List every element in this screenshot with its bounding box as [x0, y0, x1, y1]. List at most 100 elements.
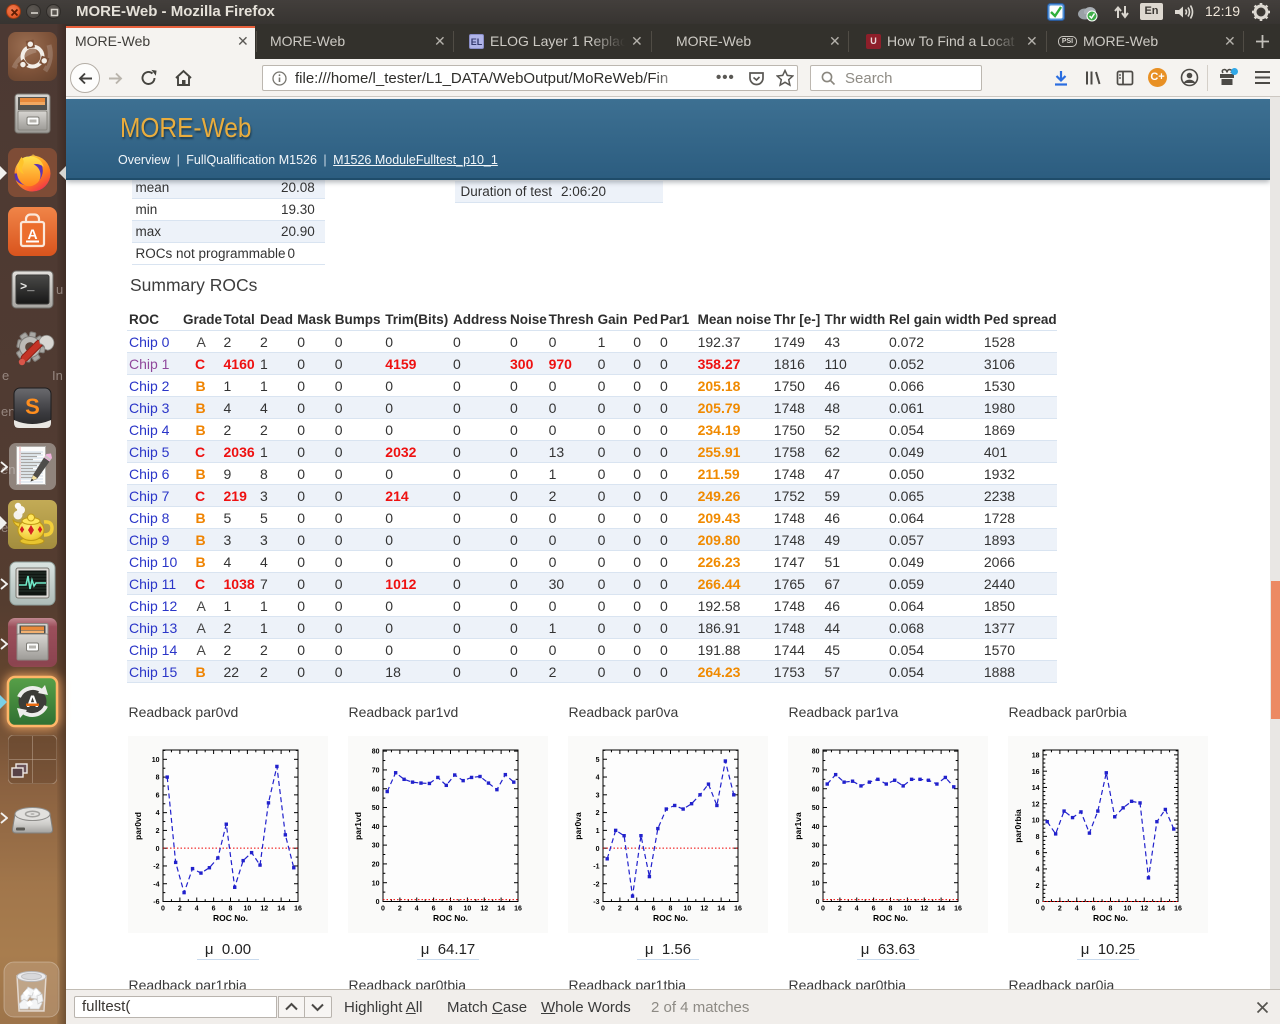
svg-text:-2: -2: [593, 881, 599, 888]
svg-text:4: 4: [635, 906, 639, 913]
svg-text:12: 12: [480, 906, 488, 913]
svg-text:70: 70: [812, 768, 820, 775]
svg-text:10: 10: [683, 906, 691, 913]
svg-text:50: 50: [812, 805, 820, 812]
svg-text:0: 0: [601, 906, 605, 913]
svg-text:30: 30: [812, 843, 820, 850]
svg-text:0: 0: [1036, 899, 1040, 906]
svg-text:>_: >_: [20, 280, 35, 294]
svg-text:8: 8: [229, 906, 233, 913]
svg-text:0: 0: [1041, 906, 1045, 913]
svg-text:10: 10: [152, 757, 160, 764]
svg-text:18: 18: [1032, 752, 1040, 759]
svg-text:2: 2: [156, 828, 160, 835]
svg-text:par0vd: par0vd: [133, 812, 143, 840]
svg-text:0: 0: [821, 906, 825, 913]
svg-text:8: 8: [449, 906, 453, 913]
svg-text:8: 8: [669, 906, 673, 913]
svg-text:ROC No.: ROC No.: [1093, 913, 1128, 923]
svg-text:2: 2: [1036, 883, 1040, 890]
svg-text:20: 20: [372, 862, 380, 869]
svg-text:A: A: [26, 692, 38, 711]
svg-text:0: 0: [376, 899, 380, 906]
svg-text:6: 6: [872, 906, 876, 913]
svg-text:S: S: [25, 394, 40, 419]
svg-text:A: A: [27, 226, 37, 242]
svg-text:2: 2: [596, 810, 600, 817]
svg-text:70: 70: [372, 768, 380, 775]
svg-text:par0rbia: par0rbia: [1013, 809, 1023, 843]
svg-text:12: 12: [260, 906, 268, 913]
svg-text:4: 4: [855, 906, 859, 913]
svg-text:60: 60: [372, 786, 380, 793]
svg-text:12: 12: [1032, 801, 1040, 808]
svg-text:12: 12: [920, 906, 928, 913]
svg-text:16: 16: [514, 906, 522, 913]
svg-text:2: 2: [838, 906, 842, 913]
svg-text:par1vd: par1vd: [353, 812, 363, 840]
svg-text:6: 6: [432, 906, 436, 913]
svg-text:10: 10: [903, 906, 911, 913]
svg-text:-6: -6: [153, 899, 159, 906]
svg-text:8: 8: [156, 775, 160, 782]
svg-text:ROC No.: ROC No.: [433, 913, 468, 923]
svg-text:14: 14: [1032, 785, 1040, 792]
svg-text:2: 2: [1058, 906, 1062, 913]
svg-text:14: 14: [717, 906, 725, 913]
svg-text:par0va: par0va: [573, 812, 583, 840]
svg-text:20: 20: [812, 862, 820, 869]
svg-text:-3: -3: [593, 899, 599, 906]
svg-text:10: 10: [1123, 906, 1131, 913]
svg-text:0: 0: [816, 899, 820, 906]
svg-text:12: 12: [700, 906, 708, 913]
svg-text:ROC No.: ROC No.: [873, 913, 908, 923]
svg-text:4: 4: [195, 906, 199, 913]
svg-text:1: 1: [596, 828, 600, 835]
svg-text:10: 10: [1032, 818, 1040, 825]
svg-text:8: 8: [1109, 906, 1113, 913]
svg-text:4: 4: [415, 906, 419, 913]
svg-text:40: 40: [812, 824, 820, 831]
svg-text:0: 0: [596, 846, 600, 853]
svg-text:40: 40: [372, 824, 380, 831]
svg-text:6: 6: [156, 792, 160, 799]
svg-text:80: 80: [372, 749, 380, 756]
svg-text:par1va: par1va: [793, 812, 803, 840]
svg-text:60: 60: [812, 786, 820, 793]
svg-text:4: 4: [1036, 867, 1040, 874]
svg-text:3: 3: [596, 792, 600, 799]
svg-text:80: 80: [812, 749, 820, 756]
svg-text:8: 8: [889, 906, 893, 913]
svg-text:50: 50: [372, 805, 380, 812]
svg-text:12: 12: [1140, 906, 1148, 913]
svg-text:ROC No.: ROC No.: [213, 913, 248, 923]
svg-text:-1: -1: [593, 864, 599, 871]
svg-text:10: 10: [243, 906, 251, 913]
svg-text:0: 0: [381, 906, 385, 913]
svg-text:16: 16: [294, 906, 302, 913]
svg-text:0: 0: [161, 906, 165, 913]
svg-text:10: 10: [372, 880, 380, 887]
svg-text:8: 8: [1036, 834, 1040, 841]
svg-text:6: 6: [652, 906, 656, 913]
svg-text:14: 14: [937, 906, 945, 913]
svg-text:-2: -2: [153, 864, 159, 871]
svg-text:2: 2: [178, 906, 182, 913]
svg-text:4: 4: [156, 810, 160, 817]
svg-text:16: 16: [954, 906, 962, 913]
svg-text:6: 6: [1092, 906, 1096, 913]
svg-text:10: 10: [463, 906, 471, 913]
svg-text:30: 30: [372, 843, 380, 850]
svg-text:6: 6: [1036, 850, 1040, 857]
svg-text:14: 14: [277, 906, 285, 913]
svg-text:16: 16: [1032, 769, 1040, 776]
svg-text:16: 16: [734, 906, 742, 913]
svg-text:-4: -4: [153, 881, 159, 888]
svg-text:14: 14: [1157, 906, 1165, 913]
svg-text:2: 2: [398, 906, 402, 913]
svg-text:5: 5: [596, 757, 600, 764]
svg-text:ROC No.: ROC No.: [653, 913, 688, 923]
svg-text:4: 4: [596, 775, 600, 782]
svg-text:14: 14: [497, 906, 505, 913]
svg-text:6: 6: [212, 906, 216, 913]
